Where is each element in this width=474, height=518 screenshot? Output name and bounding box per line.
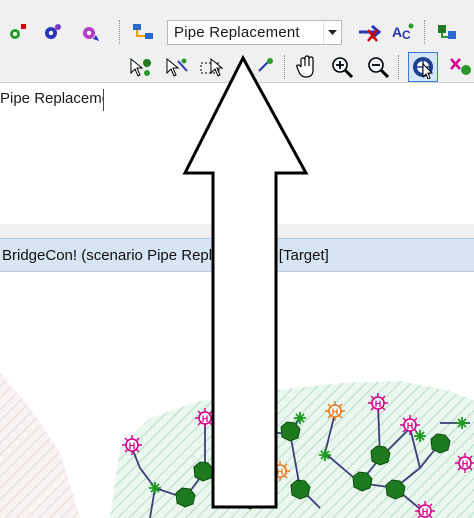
select-star-icon[interactable] bbox=[250, 52, 280, 82]
scenario-select-value: Pipe Replacement bbox=[174, 24, 300, 41]
gear-pink-icon[interactable] bbox=[75, 17, 105, 47]
map-window-titlebar[interactable]: BridgeCon! (scenario Pipe Replacement) [… bbox=[0, 238, 474, 272]
tank-node bbox=[290, 479, 311, 500]
identify-icon[interactable] bbox=[408, 52, 438, 82]
select-blue-icon[interactable] bbox=[162, 52, 192, 82]
network-map[interactable]: H H bbox=[0, 273, 474, 518]
tank-node bbox=[175, 487, 196, 508]
tank-node bbox=[430, 433, 451, 454]
hydrant-node bbox=[367, 392, 389, 414]
network-green-icon[interactable] bbox=[432, 17, 462, 47]
tank-node bbox=[240, 489, 261, 510]
zoom-out-icon[interactable] bbox=[363, 52, 393, 82]
secondary-toolbar bbox=[0, 50, 474, 128]
svg-text:C: C bbox=[402, 28, 411, 42]
svg-text:A: A bbox=[392, 24, 402, 40]
network-map-canvas[interactable]: H H bbox=[0, 273, 474, 518]
tank-node bbox=[370, 445, 391, 466]
map-zone-green bbox=[110, 381, 474, 518]
toolbar-separator bbox=[284, 55, 286, 79]
gear-blue-icon[interactable] bbox=[37, 17, 67, 47]
tank-node bbox=[352, 471, 373, 492]
scenario-select[interactable]: Pipe Replacement bbox=[167, 20, 342, 45]
select-green-icon[interactable] bbox=[126, 52, 156, 82]
toolbar-separator bbox=[119, 20, 121, 44]
map-window-title: BridgeCon! (scenario Pipe Replacement) [… bbox=[2, 247, 329, 264]
scenario-name-value: Pipe Replacemer bbox=[0, 90, 104, 107]
panel-gap bbox=[0, 224, 474, 238]
tank-node bbox=[193, 461, 214, 482]
map-zone-pink bbox=[0, 373, 80, 518]
network-icon[interactable] bbox=[128, 17, 158, 47]
pan-hand-icon[interactable] bbox=[291, 52, 321, 82]
toolbar-separator bbox=[424, 20, 426, 44]
scenario-name-field[interactable]: Pipe Replacemer bbox=[0, 89, 104, 111]
abc-text-icon[interactable]: AC bbox=[388, 17, 418, 47]
toolbar-separator bbox=[398, 55, 400, 79]
hydrant-node-orange bbox=[269, 460, 291, 482]
main-toolbar: Pipe Replacement AC bbox=[0, 0, 474, 50]
chevron-down-icon[interactable] bbox=[323, 21, 341, 44]
hydrant-node bbox=[194, 407, 216, 429]
add-node-icon[interactable] bbox=[2, 17, 32, 47]
tank-node bbox=[385, 479, 406, 500]
hydrant-node bbox=[121, 434, 143, 456]
select-box-icon[interactable] bbox=[198, 52, 228, 82]
network-x-icon[interactable] bbox=[354, 17, 384, 47]
hydrant-node-orange bbox=[324, 400, 346, 422]
empty-panel bbox=[0, 114, 474, 224]
zoom-in-icon[interactable] bbox=[327, 52, 357, 82]
pink-tool-icon[interactable] bbox=[446, 52, 474, 82]
tank-node bbox=[280, 421, 301, 442]
